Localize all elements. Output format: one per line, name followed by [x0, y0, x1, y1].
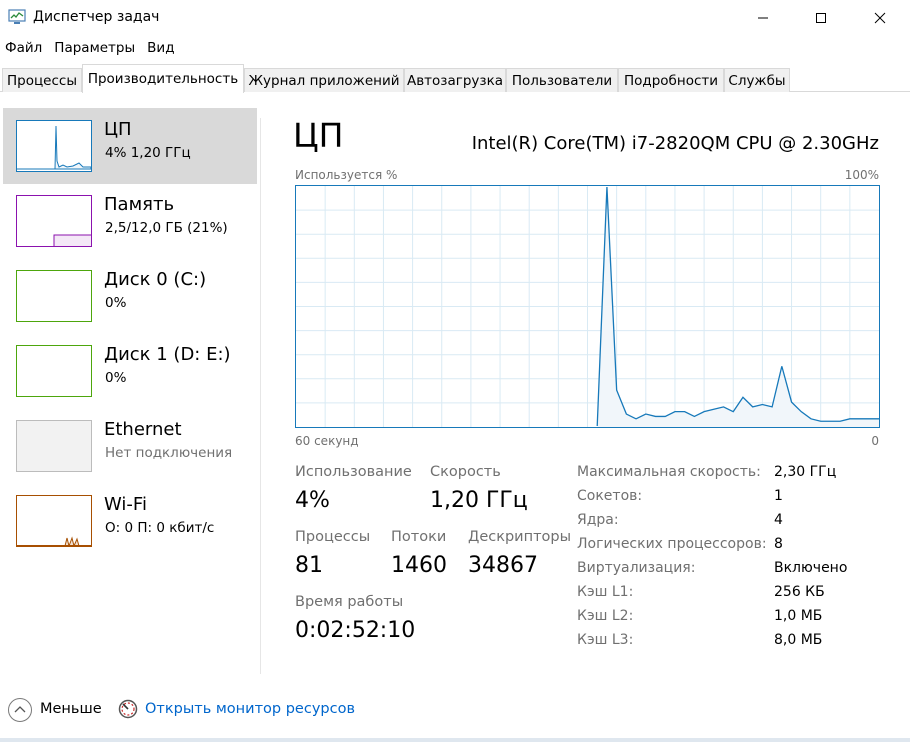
panel-divider: [260, 118, 261, 674]
sidebar-item-disk0[interactable]: Диск 0 (C:) 0%: [3, 258, 257, 334]
spec-label-sockets: Сокетов:: [577, 488, 643, 504]
tab-strip: Процессы Производительность Журнал прило…: [0, 64, 910, 93]
graph-x-start-label: 60 секунд: [295, 434, 359, 448]
sidebar-item-title: Диск 0 (C:): [104, 269, 207, 290]
resource-monitor-icon: [118, 699, 138, 719]
wifi-thumbnail-graph: [16, 495, 92, 548]
task-manager-icon: [8, 9, 26, 24]
sidebar-item-subtitle: 2,5/12,0 ГБ (21%): [105, 220, 228, 236]
window-title: Диспетчер задач: [33, 9, 160, 25]
speed-label: Скорость: [430, 464, 501, 480]
threads-label: Потоки: [391, 529, 447, 545]
cpu-model-name: Intel(R) Core(TM) i7-2820QM CPU @ 2.30GH…: [471, 133, 879, 154]
tab-startup[interactable]: Автозагрузка: [404, 68, 506, 92]
spec-label-l3: Кэш L3:: [577, 632, 634, 648]
sidebar-item-title: Ethernet: [104, 419, 182, 440]
graph-x-end-label: 0: [871, 434, 879, 448]
usage-label: Использование: [295, 464, 412, 480]
maximize-button[interactable]: [798, 0, 844, 36]
processes-value: 81: [295, 553, 323, 578]
tab-details[interactable]: Подробности: [618, 68, 724, 92]
graph-y-label: Используется %: [295, 168, 398, 182]
spec-value-l2: 1,0 МБ: [774, 608, 823, 624]
uptime-value: 0:02:52:10: [295, 618, 416, 643]
handles-value: 34867: [468, 553, 538, 578]
sidebar-item-subtitle: Нет подключения: [105, 445, 233, 461]
resource-sidebar: ЦП 4% 1,20 ГГц Память 2,5/12,0 ГБ (21%) …: [0, 106, 260, 686]
maximize-icon: [816, 13, 826, 23]
speed-value: 1,20 ГГц: [430, 488, 528, 513]
uptime-label: Время работы: [295, 594, 404, 610]
fewer-details-button[interactable]: [8, 698, 32, 722]
minimize-button[interactable]: [740, 0, 786, 36]
tab-users[interactable]: Пользователи: [506, 68, 618, 92]
sidebar-item-title: ЦП: [104, 119, 132, 140]
spec-label-max-speed: Максимальная скорость:: [577, 464, 761, 480]
spec-value-l3: 8,0 МБ: [774, 632, 823, 648]
usage-value: 4%: [295, 488, 330, 513]
chevron-up-icon: [14, 706, 26, 713]
minimize-icon: [758, 17, 768, 19]
sidebar-item-subtitle: О: 0 П: 0 кбит/с: [105, 520, 215, 536]
disk1-thumbnail-graph: [16, 345, 92, 397]
handles-label: Дескрипторы: [468, 529, 572, 545]
close-button[interactable]: [857, 0, 903, 36]
menu-options[interactable]: Параметры: [49, 38, 142, 60]
cpu-usage-chart: [296, 186, 879, 427]
sidebar-item-title: Диск 1 (D: E:): [104, 344, 231, 365]
spec-label-logical: Логических процессоров:: [577, 536, 767, 552]
sidebar-item-ethernet[interactable]: Ethernet Нет подключения: [3, 408, 257, 484]
sidebar-item-memory[interactable]: Память 2,5/12,0 ГБ (21%): [3, 183, 257, 259]
spec-value-logical: 8: [774, 536, 783, 552]
sidebar-item-title: Память: [104, 194, 175, 215]
menu-bar: Файл Параметры Вид: [0, 38, 182, 60]
fewer-details-label[interactable]: Меньше: [40, 701, 102, 717]
open-resource-monitor-link[interactable]: Открыть монитор ресурсов: [145, 701, 355, 717]
graph-y-max-label: 100%: [844, 168, 879, 182]
menu-view[interactable]: Вид: [142, 38, 181, 60]
tab-performance[interactable]: Производительность: [82, 64, 244, 93]
menu-file[interactable]: Файл: [0, 38, 49, 60]
threads-value: 1460: [391, 553, 447, 578]
sidebar-item-title: Wi-Fi: [104, 494, 147, 515]
spec-value-virtualization: Включено: [774, 560, 848, 576]
spec-label-l1: Кэш L1:: [577, 584, 634, 600]
spec-value-max-speed: 2,30 ГГц: [774, 464, 837, 480]
footer-border: [0, 738, 910, 742]
sidebar-item-subtitle: 0%: [105, 370, 127, 386]
sidebar-item-subtitle: 0%: [105, 295, 127, 311]
tab-app-history[interactable]: Журнал приложений: [244, 68, 404, 92]
disk0-thumbnail-graph: [16, 270, 92, 322]
spec-label-virtualization: Виртуализация:: [577, 560, 696, 576]
sidebar-item-cpu[interactable]: ЦП 4% 1,20 ГГц: [3, 108, 257, 184]
spec-label-cores: Ядра:: [577, 512, 619, 528]
page-title: ЦП: [293, 116, 344, 155]
tab-processes[interactable]: Процессы: [2, 68, 82, 92]
ethernet-thumbnail-graph: [16, 420, 92, 472]
spec-label-l2: Кэш L2:: [577, 608, 634, 624]
spec-value-cores: 4: [774, 512, 783, 528]
sidebar-item-disk1[interactable]: Диск 1 (D: E:) 0%: [3, 333, 257, 409]
cpu-usage-graph: [295, 185, 880, 428]
tab-services[interactable]: Службы: [724, 68, 790, 92]
memory-thumbnail-graph: [16, 195, 92, 247]
close-icon: [874, 12, 886, 24]
spec-value-sockets: 1: [774, 488, 783, 504]
title-bar: Диспетчер задач: [0, 0, 910, 36]
cpu-thumbnail-graph: [16, 120, 92, 172]
processes-label: Процессы: [295, 529, 371, 545]
sidebar-item-wifi[interactable]: Wi-Fi О: 0 П: 0 кбит/с: [3, 483, 257, 559]
spec-value-l1: 256 КБ: [774, 584, 825, 600]
sidebar-item-subtitle: 4% 1,20 ГГц: [105, 145, 191, 161]
